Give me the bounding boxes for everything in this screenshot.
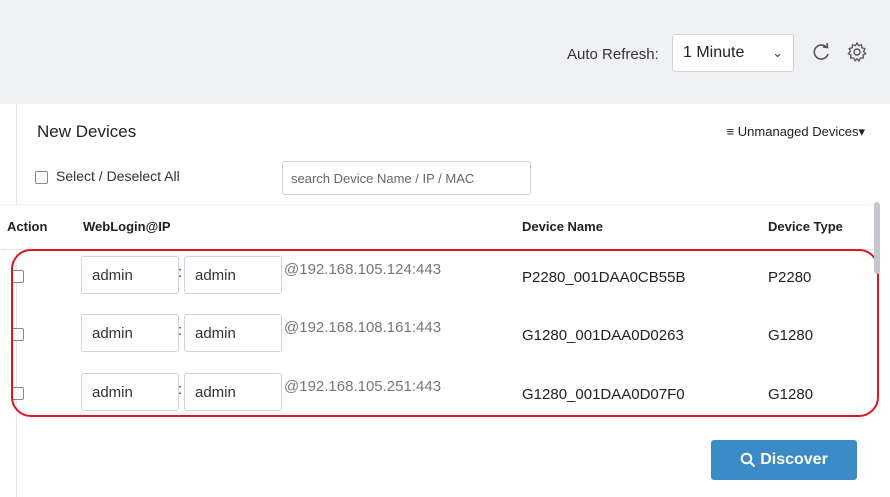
discover-button[interactable]: Discover bbox=[711, 440, 857, 480]
device-name: G1280_001DAA0D07F0 bbox=[522, 386, 685, 403]
select-all-label: Select / Deselect All bbox=[56, 168, 180, 184]
username-field[interactable]: admin bbox=[81, 256, 179, 294]
device-name: G1280_001DAA0D0263 bbox=[522, 327, 684, 344]
table-row: admin : admin @192.168.108.161:443 G1280… bbox=[1, 314, 875, 374]
username-field[interactable]: admin bbox=[81, 373, 179, 411]
row-checkbox[interactable] bbox=[11, 270, 24, 283]
select-all-checkbox[interactable] bbox=[35, 170, 48, 184]
device-type: P2280 bbox=[768, 269, 812, 286]
col-device-type: Device Type bbox=[768, 219, 843, 234]
col-weblogin: WebLogin@IP bbox=[83, 219, 171, 234]
chevron-down-icon: ⌄ bbox=[772, 45, 783, 60]
gear-icon[interactable] bbox=[846, 41, 868, 63]
table-row: admin : admin @192.168.105.251:443 G1280… bbox=[1, 373, 875, 433]
auto-refresh-label: Auto Refresh: bbox=[567, 46, 659, 63]
search-icon bbox=[740, 452, 756, 468]
table-header: Action WebLogin@IP Device Name Device Ty… bbox=[1, 204, 875, 250]
scrollbar[interactable] bbox=[874, 202, 880, 274]
username-field[interactable]: admin bbox=[81, 314, 179, 352]
ip-port: @192.168.105.251:443 bbox=[284, 378, 442, 395]
top-toolbar: Auto Refresh: 1 Minute ⌄ bbox=[0, 0, 890, 104]
discover-label: Discover bbox=[760, 451, 828, 468]
new-devices-panel: New Devices ≡ Unmanaged Devices▾ Select … bbox=[1, 104, 890, 497]
row-checkbox[interactable] bbox=[11, 328, 24, 341]
ip-port: @192.168.105.124:443 bbox=[284, 261, 442, 278]
row-checkbox[interactable] bbox=[11, 387, 24, 400]
password-field[interactable]: admin bbox=[184, 314, 282, 352]
device-type: G1280 bbox=[768, 386, 814, 403]
col-action: Action bbox=[7, 219, 48, 234]
device-name: P2280_001DAA0CB55B bbox=[522, 269, 686, 286]
password-field[interactable]: admin bbox=[184, 256, 282, 294]
panel-title: New Devices bbox=[37, 122, 137, 141]
search-input[interactable] bbox=[282, 161, 531, 195]
separator: : bbox=[178, 381, 183, 398]
refresh-icon[interactable] bbox=[810, 41, 832, 63]
table-row: admin : admin @192.168.105.124:443 P2280… bbox=[1, 256, 875, 316]
select-all-toggle[interactable]: Select / Deselect All bbox=[35, 168, 180, 184]
unmanaged-devices-menu[interactable]: ≡ Unmanaged Devices▾ bbox=[727, 124, 865, 140]
col-device-name: Device Name bbox=[522, 219, 603, 234]
auto-refresh-value: 1 Minute bbox=[683, 44, 745, 61]
password-field[interactable]: admin bbox=[184, 373, 282, 411]
ip-port: @192.168.108.161:443 bbox=[284, 319, 442, 336]
separator: : bbox=[178, 264, 183, 281]
device-type: G1280 bbox=[768, 327, 814, 344]
separator: : bbox=[178, 322, 183, 339]
auto-refresh-select[interactable]: 1 Minute ⌄ bbox=[672, 34, 794, 72]
